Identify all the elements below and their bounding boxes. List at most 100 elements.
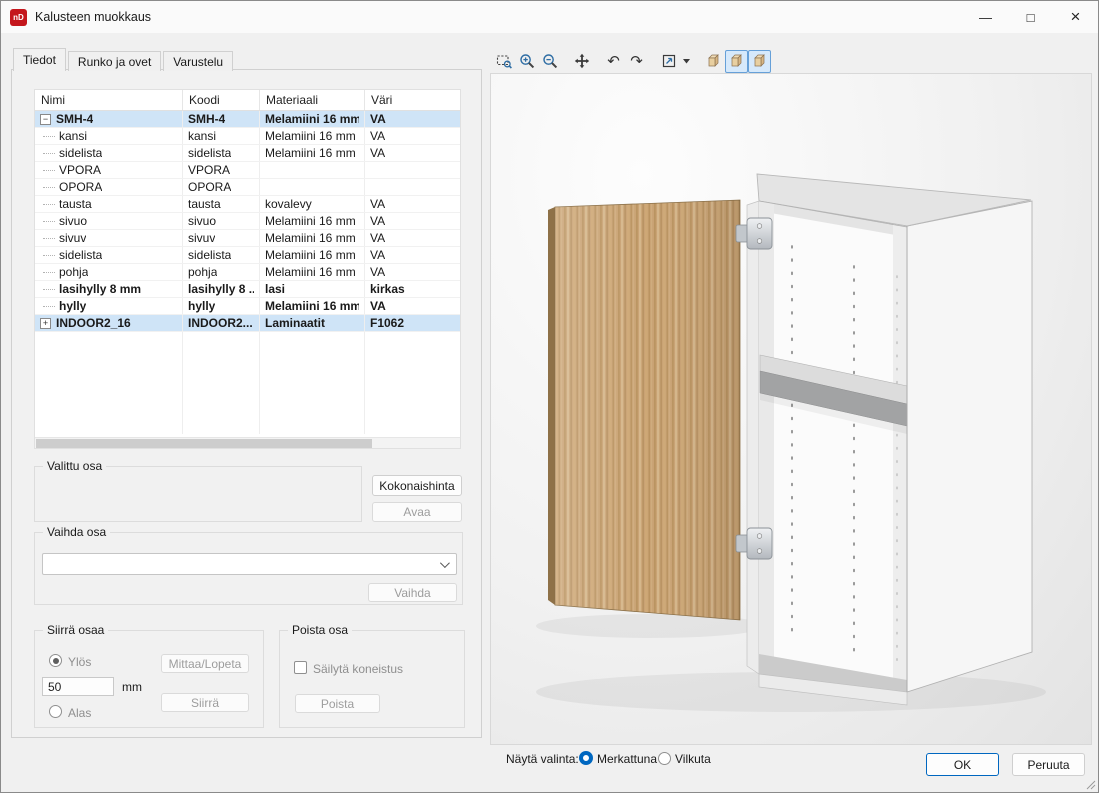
avaa-button[interactable]: Avaa — [372, 502, 462, 522]
vaihda-button[interactable]: Vaihda — [368, 583, 457, 602]
close-button[interactable]: × — [1053, 1, 1098, 33]
group-vaihda-osa: Vaihda osa Vaihda — [34, 532, 463, 605]
window-title: Kalusteen muokkaus — [35, 10, 151, 24]
table-cell: OPORA — [183, 179, 260, 195]
table-cell: sivuo — [183, 213, 260, 229]
tab-varustelu[interactable]: Varustelu — [163, 51, 233, 71]
table-cell — [365, 383, 460, 400]
group-label-poista-osa: Poista osa — [288, 623, 352, 637]
table-cell: F1062 — [365, 315, 460, 331]
rotate-cw-icon: ↷ — [630, 54, 643, 69]
expand-icon[interactable]: + — [40, 318, 51, 329]
view-cabinet-1-button[interactable] — [702, 50, 725, 73]
column-header-materiaali[interactable]: Materiaali — [260, 90, 365, 110]
vilkuta-radio[interactable] — [658, 752, 671, 765]
table-cell: pohja — [35, 264, 183, 280]
table-cell: Melamiini 16 mm — [260, 128, 365, 144]
table-rows: −SMH-4SMH-4Melamiini 16 mmVAkansikansiMe… — [35, 111, 460, 437]
table-row[interactable]: sidelistasidelistaMelamiini 16 mmVA — [35, 247, 460, 264]
alas-radio[interactable] — [49, 705, 62, 718]
table-cell: tausta — [35, 196, 183, 212]
table-row[interactable]: sidelistasidelistaMelamiini 16 mmVA — [35, 145, 460, 162]
zoom-in-icon — [519, 53, 535, 69]
ylos-radio-label: Ylös — [68, 655, 91, 669]
group-poista-osa: Poista osa Säilytä koneistus Poista — [279, 630, 465, 728]
table-row[interactable]: +INDOOR2_16INDOOR2...LaminaatitF1062 — [35, 315, 460, 332]
table-cell: VA — [365, 213, 460, 229]
siirto-amount-input[interactable] — [42, 677, 114, 696]
table-cell: kansi — [183, 128, 260, 144]
table-cell — [365, 179, 460, 195]
view-cabinet-2-icon — [729, 53, 745, 69]
table-cell: sivuo — [35, 213, 183, 229]
table-cell: sidelista — [183, 145, 260, 161]
table-row[interactable]: −SMH-4SMH-4Melamiini 16 mmVA — [35, 111, 460, 128]
maximize-button[interactable]: □ — [1008, 1, 1053, 33]
table-cell: pohja — [183, 264, 260, 280]
table-row[interactable]: pohjapohjaMelamiini 16 mmVA — [35, 264, 460, 281]
nayta-valinta-label: Näytä valinta: — [506, 752, 579, 766]
app-icon: nD — [10, 9, 27, 26]
column-header-nimi[interactable]: Nimi — [35, 90, 183, 110]
rotate-ccw-button[interactable]: ↶ — [602, 50, 625, 73]
table-cell — [260, 179, 365, 195]
table-cell — [183, 400, 260, 417]
view-cabinet-3-button[interactable] — [748, 50, 771, 73]
column-header-koodi[interactable]: Koodi — [183, 90, 260, 110]
table-row[interactable]: VPORAVPORA — [35, 162, 460, 179]
table-cell — [365, 349, 460, 366]
zoom-out-button[interactable] — [538, 50, 561, 73]
table-row[interactable]: sivuvsivuvMelamiini 16 mmVA — [35, 230, 460, 247]
viewport-3d[interactable] — [490, 73, 1092, 745]
table-cell: sidelista — [183, 247, 260, 263]
peruuta-button[interactable]: Peruuta — [1012, 753, 1085, 776]
table-empty-row — [35, 332, 460, 349]
vaihda-osa-combobox[interactable] — [42, 553, 457, 575]
tree-connector — [43, 306, 55, 307]
ylos-radio[interactable] — [49, 654, 62, 667]
table-cell: tausta — [183, 196, 260, 212]
table-cell: hylly — [35, 298, 183, 314]
tab-tiedot[interactable]: Tiedot — [13, 48, 66, 71]
minimize-button[interactable]: — — [963, 1, 1008, 33]
ok-button[interactable]: OK — [926, 753, 999, 776]
chevron-down-icon — [440, 558, 450, 568]
table-row[interactable]: OPORAOPORA — [35, 179, 460, 196]
sailyta-koneistus-checkbox[interactable] — [294, 661, 307, 674]
tab-runko-ja-ovet[interactable]: Runko ja ovet — [68, 51, 161, 71]
zoom-extents-button[interactable] — [657, 50, 680, 73]
table-cell — [260, 349, 365, 366]
tree-connector — [43, 136, 55, 137]
scrollbar-thumb[interactable] — [36, 439, 372, 448]
table-cell — [365, 400, 460, 417]
table-cell: Melamiini 16 mm — [260, 111, 365, 127]
mittaa-lopeta-button[interactable]: Mittaa/Lopeta — [161, 654, 249, 673]
table-empty-row — [35, 417, 460, 434]
tree-connector — [43, 170, 55, 171]
mm-unit-label: mm — [122, 680, 142, 694]
table-row[interactable]: sivuosivuoMelamiini 16 mmVA — [35, 213, 460, 230]
pan-button[interactable] — [570, 50, 593, 73]
table-row[interactable]: hyllyhyllyMelamiini 16 mmVA — [35, 298, 460, 315]
rotate-cw-button[interactable]: ↷ — [625, 50, 648, 73]
table-cell — [365, 417, 460, 434]
table-row[interactable]: taustataustakovalevyVA — [35, 196, 460, 213]
table-cell: lasi — [260, 281, 365, 297]
siirra-button[interactable]: Siirrä — [161, 693, 249, 712]
poista-button[interactable]: Poista — [295, 694, 380, 713]
kokonaishinta-button[interactable]: Kokonaishinta — [372, 475, 462, 496]
titlebar[interactable]: nD Kalusteen muokkaus — □ × — [1, 1, 1098, 33]
tree-connector — [43, 153, 55, 154]
table-row[interactable]: kansikansiMelamiini 16 mmVA — [35, 128, 460, 145]
collapse-icon[interactable]: − — [40, 114, 51, 125]
merkattuna-radio[interactable] — [579, 751, 593, 765]
zoom-window-button[interactable] — [492, 50, 515, 73]
zoom-in-button[interactable] — [515, 50, 538, 73]
column-header-vari[interactable]: Väri — [365, 90, 460, 110]
table-row[interactable]: lasihylly 8 mmlasihylly 8 ...lasikirkas — [35, 281, 460, 298]
horizontal-scrollbar[interactable] — [35, 437, 460, 448]
view-cabinet-2-button[interactable] — [725, 50, 748, 73]
resize-grip[interactable] — [1084, 778, 1096, 790]
table-cell: OPORA — [35, 179, 183, 195]
view-options-dropdown[interactable] — [680, 50, 693, 73]
